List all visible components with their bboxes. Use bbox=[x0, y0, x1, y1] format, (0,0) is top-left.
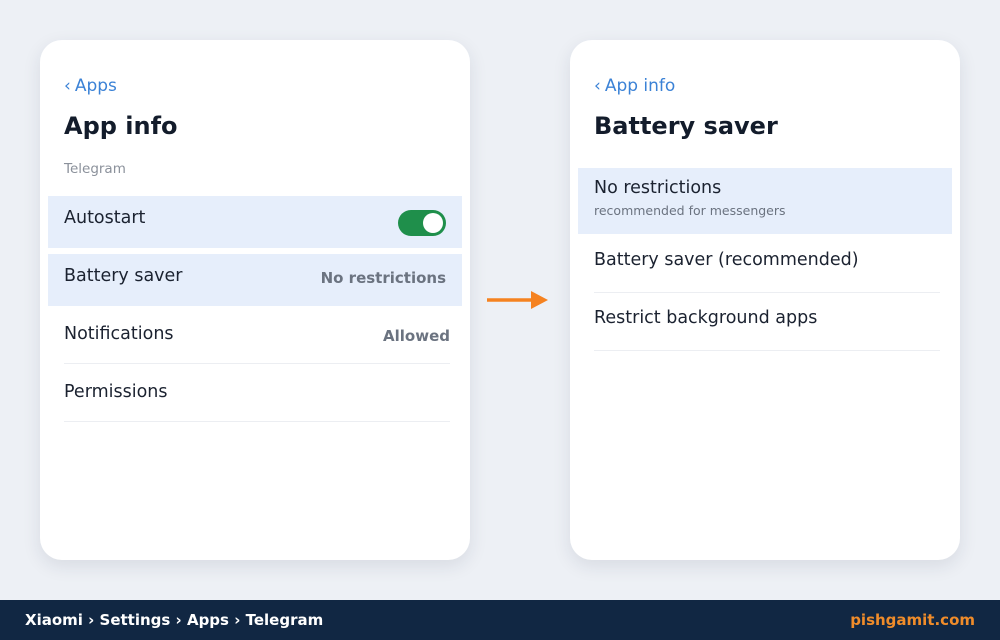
notifications-row[interactable]: Notifications Allowed bbox=[64, 312, 450, 364]
permissions-label: Permissions bbox=[64, 382, 168, 402]
option-sublabel: recommended for messengers bbox=[594, 203, 786, 218]
arrow-right-icon bbox=[487, 291, 548, 309]
notifications-label: Notifications bbox=[64, 324, 174, 344]
app-info-panel: ‹ Apps App info Telegram Autostart Batter… bbox=[40, 40, 470, 560]
option-label: Battery saver (recommended) bbox=[594, 250, 859, 270]
back-label: Apps bbox=[74, 76, 117, 96]
autostart-label: Autostart bbox=[64, 208, 146, 228]
chevron-left-icon: ‹ bbox=[64, 76, 71, 96]
option-label: Restrict background apps bbox=[594, 308, 818, 328]
footer-bar: Xiaomi › Settings › Apps › Telegram pish… bbox=[0, 600, 1000, 640]
stage: ‹ Apps App info Telegram Autostart Batter… bbox=[0, 0, 1000, 640]
brand-link[interactable]: pishgamit.com bbox=[850, 611, 975, 629]
breadcrumb: Xiaomi › Settings › Apps › Telegram bbox=[25, 611, 324, 629]
back-label: App info bbox=[604, 76, 676, 96]
option-label: No restrictions bbox=[594, 178, 722, 198]
notifications-value: Allowed bbox=[383, 327, 450, 345]
battery-saver-value: No restrictions bbox=[320, 269, 446, 287]
option-no-restrictions[interactable]: No restrictions recommended for messenge… bbox=[578, 168, 952, 234]
option-label-block: No restrictions recommended for messenge… bbox=[594, 168, 786, 218]
toggle-knob bbox=[423, 213, 443, 233]
back-to-app-info-link[interactable]: ‹ App info bbox=[594, 76, 675, 96]
chevron-left-icon: ‹ bbox=[594, 76, 601, 96]
back-to-apps-link[interactable]: ‹ Apps bbox=[64, 76, 117, 96]
battery-saver-panel: ‹ App info Battery saver No restrictions … bbox=[570, 40, 960, 560]
page-title: Battery saver bbox=[594, 112, 778, 140]
autostart-toggle[interactable] bbox=[398, 210, 446, 236]
option-battery-saver[interactable]: Battery saver (recommended) bbox=[594, 234, 940, 293]
permissions-row[interactable]: Permissions bbox=[64, 370, 450, 422]
page-title: App info bbox=[64, 112, 178, 140]
option-restrict-background[interactable]: Restrict background apps bbox=[594, 293, 940, 351]
autostart-row[interactable]: Autostart bbox=[48, 196, 462, 248]
battery-saver-row[interactable]: Battery saver No restrictions bbox=[48, 254, 462, 306]
battery-saver-label: Battery saver bbox=[64, 266, 183, 286]
app-name: Telegram bbox=[64, 161, 126, 177]
